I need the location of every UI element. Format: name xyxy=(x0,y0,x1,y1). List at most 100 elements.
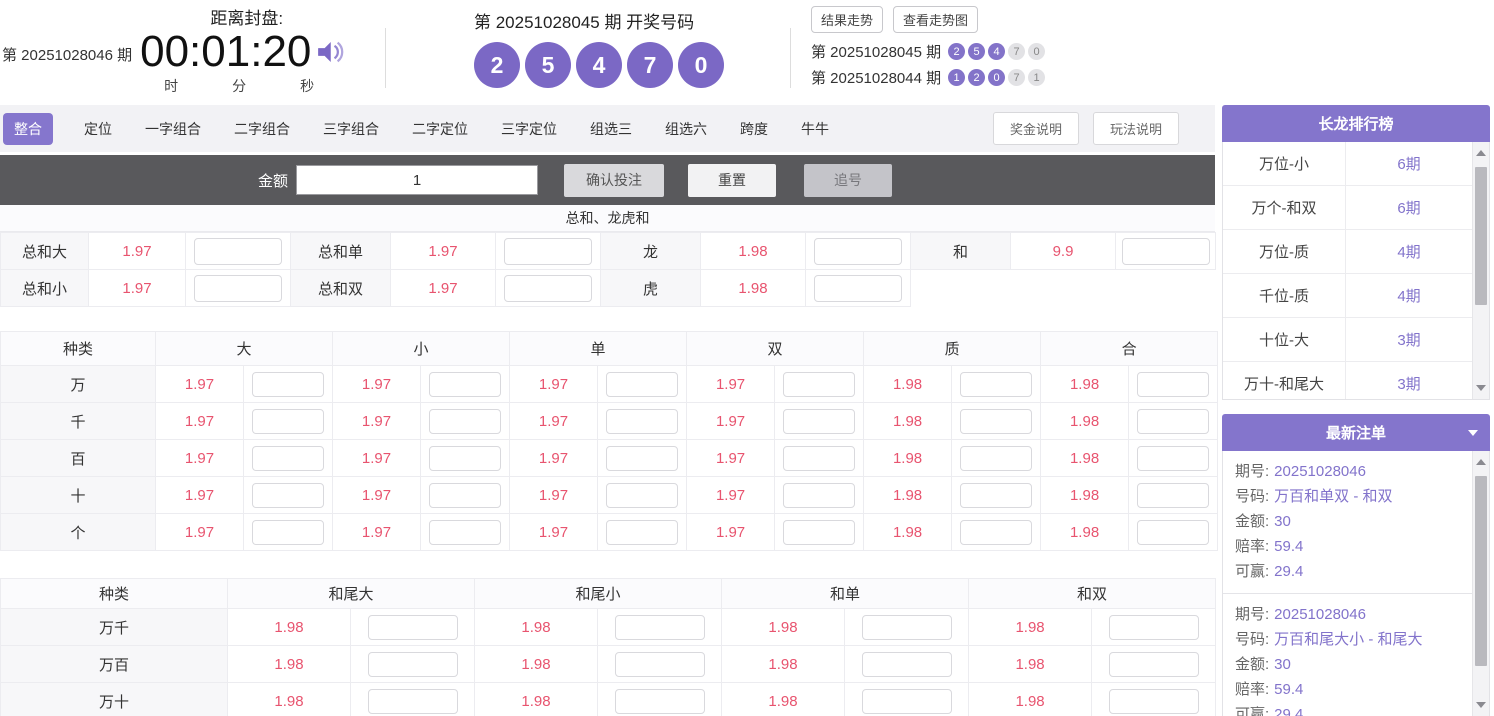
bet-amount-input[interactable] xyxy=(814,274,902,302)
odds-cell[interactable]: 1.97 xyxy=(155,476,244,514)
bet-amount-input[interactable] xyxy=(1108,688,1199,714)
bet-amount-input[interactable] xyxy=(1137,519,1210,545)
odds-cell[interactable]: 1.98 xyxy=(1040,513,1130,551)
tab-二字定位[interactable]: 二字定位 xyxy=(410,113,470,145)
view-trend-chart-button[interactable]: 查看走势图 xyxy=(893,6,979,33)
reset-button[interactable]: 重置 xyxy=(688,163,777,197)
bet-amount-input[interactable] xyxy=(960,445,1033,471)
bet-amount-input[interactable] xyxy=(429,519,502,545)
bet-amount-input[interactable] xyxy=(1137,371,1210,397)
bet-amount-input[interactable] xyxy=(861,688,952,714)
odds-cell[interactable]: 1.97 xyxy=(88,269,186,307)
odds-cell[interactable]: 1.98 xyxy=(227,608,351,646)
odds-cell[interactable]: 1.97 xyxy=(332,365,422,403)
bet-amount-input[interactable] xyxy=(252,408,324,434)
odds-cell[interactable]: 1.98 xyxy=(474,682,599,716)
orders-scrollbar[interactable] xyxy=(1472,451,1489,716)
odds-cell[interactable]: 1.98 xyxy=(721,645,846,683)
bet-amount-input[interactable] xyxy=(783,519,856,545)
odds-cell[interactable]: 1.97 xyxy=(390,269,496,307)
bet-amount-input[interactable] xyxy=(861,651,952,677)
bet-amount-input[interactable] xyxy=(960,482,1033,508)
bet-amount-input[interactable] xyxy=(429,445,502,471)
odds-cell[interactable]: 1.97 xyxy=(686,513,776,551)
odds-cell[interactable]: 1.98 xyxy=(968,608,1093,646)
odds-cell[interactable]: 1.98 xyxy=(700,232,806,270)
bet-amount-input[interactable] xyxy=(1137,445,1210,471)
bet-amount-input[interactable] xyxy=(367,651,458,677)
odds-cell[interactable]: 1.97 xyxy=(332,476,422,514)
bet-amount-input[interactable] xyxy=(429,408,502,434)
bet-amount-input[interactable] xyxy=(960,408,1033,434)
tab-定位[interactable]: 定位 xyxy=(82,113,114,145)
odds-cell[interactable]: 1.97 xyxy=(332,439,422,477)
bet-amount-input[interactable] xyxy=(783,445,856,471)
odds-cell[interactable]: 1.98 xyxy=(1040,476,1130,514)
bonus-info-button[interactable]: 奖金说明 xyxy=(992,112,1079,145)
odds-cell[interactable]: 1.97 xyxy=(509,402,599,440)
bet-amount-input[interactable] xyxy=(252,482,324,508)
odds-cell[interactable]: 1.98 xyxy=(474,608,599,646)
odds-cell[interactable]: 1.98 xyxy=(1040,402,1130,440)
scrollbar-thumb[interactable] xyxy=(1475,167,1487,305)
bet-amount-input[interactable] xyxy=(429,482,502,508)
bet-amount-input[interactable] xyxy=(783,371,856,397)
results-trend-button[interactable]: 结果走势 xyxy=(811,6,884,33)
dragon-scrollbar[interactable] xyxy=(1472,142,1489,399)
tab-组选三[interactable]: 组选三 xyxy=(588,113,634,145)
odds-cell[interactable]: 1.98 xyxy=(474,645,599,683)
bet-amount-input[interactable] xyxy=(504,274,592,302)
odds-cell[interactable]: 1.98 xyxy=(721,682,846,716)
tab-二字组合[interactable]: 二字组合 xyxy=(232,113,292,145)
odds-cell[interactable]: 1.97 xyxy=(509,513,599,551)
bet-amount-input[interactable] xyxy=(861,614,952,640)
odds-cell[interactable]: 1.98 xyxy=(863,513,953,551)
scroll-down-icon[interactable] xyxy=(1476,702,1486,708)
odds-cell[interactable]: 1.98 xyxy=(863,476,953,514)
scroll-up-icon[interactable] xyxy=(1476,150,1486,156)
odds-cell[interactable]: 1.98 xyxy=(863,402,953,440)
tab-整合[interactable]: 整合 xyxy=(3,112,53,145)
confirm-bet-button[interactable]: 确认投注 xyxy=(564,163,665,197)
bet-amount-input[interactable] xyxy=(614,651,705,677)
bet-amount-input[interactable] xyxy=(1108,614,1199,640)
odds-cell[interactable]: 1.97 xyxy=(390,232,496,270)
odds-cell[interactable]: 1.98 xyxy=(227,682,351,716)
odds-cell[interactable]: 1.97 xyxy=(509,365,599,403)
odds-cell[interactable]: 1.98 xyxy=(721,608,846,646)
scroll-down-icon[interactable] xyxy=(1476,385,1486,391)
odds-cell[interactable]: 1.98 xyxy=(968,682,1093,716)
bet-amount-input[interactable] xyxy=(367,614,458,640)
bet-amount-input[interactable] xyxy=(614,614,705,640)
chase-number-button[interactable]: 追号 xyxy=(804,163,893,197)
bet-amount-input[interactable] xyxy=(252,445,324,471)
bet-amount-input[interactable] xyxy=(1137,482,1210,508)
bet-amount-input[interactable] xyxy=(194,237,282,265)
odds-cell[interactable]: 1.97 xyxy=(332,402,422,440)
tab-一字组合[interactable]: 一字组合 xyxy=(143,113,203,145)
bet-amount-input[interactable] xyxy=(783,408,856,434)
odds-cell[interactable]: 1.98 xyxy=(1040,365,1130,403)
speaker-icon[interactable] xyxy=(317,39,347,70)
bet-amount-input[interactable] xyxy=(814,237,902,265)
bet-amount-input[interactable] xyxy=(614,688,705,714)
odds-cell[interactable]: 1.97 xyxy=(88,232,186,270)
odds-cell[interactable]: 1.98 xyxy=(1040,439,1130,477)
odds-cell[interactable]: 1.97 xyxy=(509,439,599,477)
odds-cell[interactable]: 1.97 xyxy=(332,513,422,551)
bet-amount-input[interactable] xyxy=(194,274,282,302)
bet-amount-input[interactable] xyxy=(606,445,679,471)
odds-cell[interactable]: 1.97 xyxy=(686,439,776,477)
amount-input[interactable] xyxy=(296,165,539,195)
odds-cell[interactable]: 1.97 xyxy=(686,476,776,514)
bet-amount-input[interactable] xyxy=(606,371,679,397)
odds-cell[interactable]: 1.97 xyxy=(155,513,244,551)
bet-amount-input[interactable] xyxy=(367,688,458,714)
odds-cell[interactable]: 1.97 xyxy=(155,402,244,440)
bet-amount-input[interactable] xyxy=(960,519,1033,545)
bet-amount-input[interactable] xyxy=(429,371,502,397)
odds-cell[interactable]: 1.97 xyxy=(509,476,599,514)
bet-amount-input[interactable] xyxy=(606,408,679,434)
tab-组选六[interactable]: 组选六 xyxy=(663,113,709,145)
bet-amount-input[interactable] xyxy=(252,371,324,397)
